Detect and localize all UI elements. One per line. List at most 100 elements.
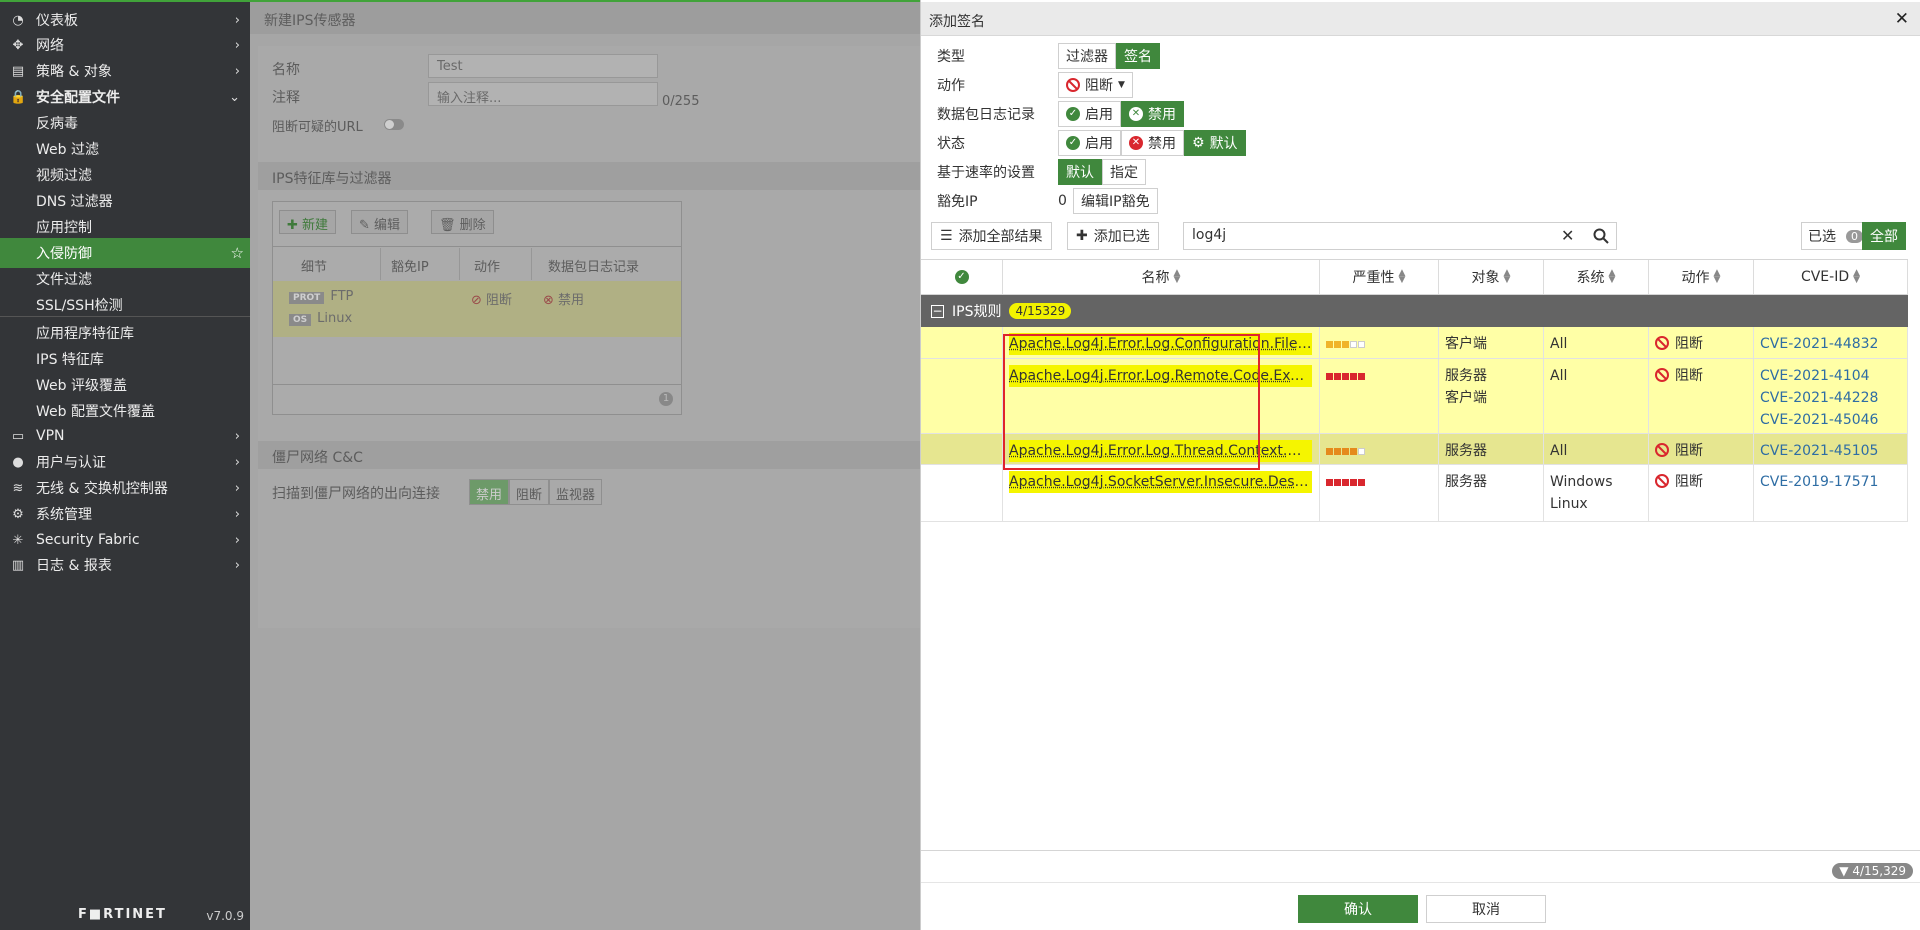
target-cell: 服务器 客户端: [1439, 359, 1544, 433]
status-default-button[interactable]: ⚙ 默认: [1184, 130, 1246, 156]
sidebar-item-label: 日志 & 报表: [36, 558, 112, 574]
signature-name[interactable]: Apache.Log4j.SocketServer.Insecure.Deser…: [1009, 471, 1312, 493]
severity-indicator: [1326, 448, 1365, 455]
add-selected-button[interactable]: ✚ 添加已选: [1067, 222, 1159, 250]
rate-specify-button[interactable]: 指定: [1102, 159, 1146, 185]
cve-link[interactable]: CVE-2021-45046: [1760, 409, 1901, 431]
edit-exempt-button[interactable]: 编辑IP豁免: [1073, 188, 1158, 214]
cancel-button[interactable]: 取消: [1426, 895, 1546, 923]
block-url-toggle[interactable]: [384, 119, 404, 130]
comment-field[interactable]: 输入注释...: [428, 82, 658, 106]
table-row[interactable]: Apache.Log4j.SocketServer.Insecure.Deser…: [921, 465, 1908, 522]
pktlog-disable-button[interactable]: ✕ 禁用: [1121, 101, 1184, 127]
dialog-buttons: 确认 取消: [921, 882, 1920, 930]
row-select-cell[interactable]: [921, 465, 1003, 521]
sort-icon: ▲ ▼: [1853, 268, 1861, 285]
col-action[interactable]: 动作 ▲ ▼: [1649, 260, 1754, 294]
new-button[interactable]: ✚ 新建: [279, 210, 337, 234]
botnet-option-2[interactable]: 监视器: [549, 479, 603, 505]
all-filter-button[interactable]: 全部: [1862, 222, 1906, 250]
sensor-grid: ✚ 新建 ✎ 编辑 🗑 删除 细节 豁免IP 动作 数据包日志记录 PROT FT…: [272, 201, 682, 415]
wifi-icon: ≋: [12, 480, 24, 496]
name-field[interactable]: Test: [428, 54, 658, 78]
action-value: 阻断: [1675, 443, 1703, 459]
target-value: 客户端: [1445, 336, 1487, 352]
col-exempt: 豁免IP: [381, 248, 460, 280]
grid-count-badge: 1: [659, 392, 673, 406]
action-value: 阻断: [1675, 336, 1703, 352]
cve-link[interactable]: CVE-2021-4104: [1760, 365, 1901, 387]
os-value: Linux: [1550, 496, 1588, 512]
sidebar-item-label: 仪表板: [36, 13, 78, 29]
botnet-option-0[interactable]: 禁用: [469, 479, 510, 505]
sidebar-item-21[interactable]: ▥ 日志 & 报表 ›: [0, 550, 250, 580]
favorite-star-icon[interactable]: ☆: [231, 244, 244, 262]
cve-cell: CVE-2021-45105: [1754, 434, 1908, 464]
sensor-row[interactable]: PROT FTP OS Linux ⊘ 阻断 ⊗ 禁用: [273, 281, 681, 337]
pktlog-enable-button[interactable]: ✓ 启用: [1058, 101, 1121, 127]
check-icon: ✓: [1066, 136, 1080, 150]
selected-filter-button[interactable]: 已选 0: [1801, 222, 1870, 250]
sidebar-item-label: VPN: [36, 428, 65, 444]
delete-button[interactable]: 🗑 删除: [431, 210, 494, 234]
select-all-column[interactable]: ✓: [921, 260, 1003, 294]
add-all-button[interactable]: ☰ 添加全部结果: [931, 222, 1052, 250]
chevron-right-icon: ›: [234, 454, 240, 470]
search-input[interactable]: log4j: [1183, 222, 1617, 250]
target-value: 服务器: [1445, 368, 1487, 384]
name-cell: Apache.Log4j.SocketServer.Insecure.Deser…: [1003, 465, 1320, 521]
group-row[interactable]: − IPS规则 4/15329: [921, 295, 1908, 327]
action-dropdown[interactable]: 阻断 ▼: [1058, 72, 1133, 98]
os-cell: All: [1544, 434, 1649, 464]
col-cve[interactable]: CVE-ID ▲ ▼: [1754, 260, 1908, 294]
target-value: 客户端: [1445, 390, 1487, 406]
target-cell: 客户端: [1439, 327, 1544, 358]
cve-link[interactable]: CVE-2019-17571: [1760, 471, 1901, 493]
sort-icon: ▲ ▼: [1398, 268, 1406, 285]
lock-icon: 🔒: [10, 89, 27, 105]
type-signature-button[interactable]: 签名: [1116, 43, 1160, 69]
row-select-cell[interactable]: [921, 359, 1003, 433]
row-select-cell[interactable]: [921, 327, 1003, 358]
col-name[interactable]: 名称 ▲ ▼: [1003, 260, 1320, 294]
target-value: 服务器: [1445, 443, 1487, 459]
sidebar-item-label: 网络: [36, 38, 64, 54]
toolbar: ☰ 添加全部结果 ✚ 添加已选 log4j ✕ 已选 0 全部: [921, 220, 1920, 256]
cve-link[interactable]: CVE-2021-45105: [1760, 440, 1901, 462]
sidebar-item-label: 安全配置文件: [36, 90, 120, 106]
gear-icon: ⚙: [12, 506, 24, 522]
col-os[interactable]: 系统 ▲ ▼: [1544, 260, 1649, 294]
gear-icon: ⚙: [1192, 135, 1205, 151]
version-label: v7.0.9: [206, 909, 244, 923]
chevron-right-icon: ›: [234, 63, 240, 79]
sidebar-item-label: 视频过滤: [36, 168, 92, 184]
search-button[interactable]: [1585, 222, 1617, 250]
status-enable-button[interactable]: ✓ 启用: [1058, 130, 1121, 156]
rate-default-button[interactable]: 默认: [1058, 159, 1102, 185]
sidebar: ◔ 仪表板 › ✥ 网络 › ▤ 策略 & 对象 › 🔒 安全配置文件 ⌄ 反病毒 Web 过滤 视频过滤 D…: [0, 0, 250, 930]
user-icon: ●: [12, 454, 24, 470]
chevron-right-icon: ›: [234, 506, 240, 522]
col-target[interactable]: 对象 ▲ ▼: [1439, 260, 1544, 294]
check-icon: ✓: [1066, 107, 1080, 121]
ok-button[interactable]: 确认: [1298, 895, 1418, 923]
target-cell: 服务器: [1439, 434, 1544, 464]
edit-button[interactable]: ✎ 编辑: [351, 210, 409, 234]
sort-icon: ▲ ▼: [1713, 268, 1721, 285]
status-disable-button[interactable]: ✕ 禁用: [1121, 130, 1184, 156]
botnet-option-1[interactable]: 阻断: [509, 479, 550, 505]
cve-link[interactable]: CVE-2021-44228: [1760, 387, 1901, 409]
cve-link[interactable]: CVE-2021-44832: [1760, 333, 1901, 355]
row-select-cell[interactable]: [921, 434, 1003, 464]
close-icon[interactable]: ✕: [1895, 9, 1909, 29]
clear-search-icon[interactable]: ✕: [1561, 226, 1574, 245]
sidebar-item-label: 入侵防御: [36, 246, 92, 262]
type-filter-button[interactable]: 过滤器: [1058, 43, 1116, 69]
action-value: 阻断: [1675, 474, 1703, 490]
collapse-icon[interactable]: −: [931, 304, 944, 318]
sidebar-item-label: Web 过滤: [36, 142, 99, 158]
dashboard-icon: ◔: [12, 12, 24, 28]
chart-icon: ▥: [11, 557, 25, 573]
col-severity[interactable]: 严重性 ▲ ▼: [1320, 260, 1439, 294]
chevron-down-icon: ⌄: [229, 89, 240, 105]
